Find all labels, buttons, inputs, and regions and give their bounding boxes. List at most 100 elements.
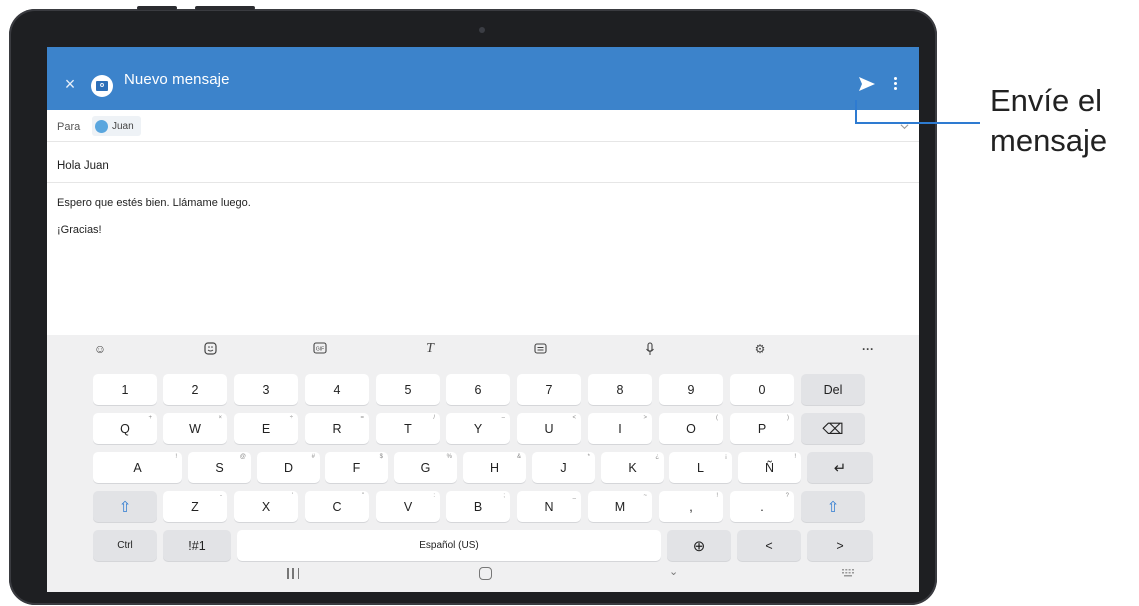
home-icon[interactable] [479,567,492,580]
key-x[interactable]: X ' [234,491,298,522]
key-i[interactable]: I > [588,413,652,444]
subject-field[interactable]: Hola Juan [57,160,109,172]
key-label: 8 [616,382,624,397]
key-hint: ¿ [655,454,659,460]
key-hint: / [433,415,435,421]
key-3[interactable]: 3 [234,374,298,405]
shift-key[interactable]: ⇧ [93,491,157,522]
shift-icon: ⇧ [118,498,132,516]
key-del[interactable]: Del [801,374,865,405]
close-icon[interactable]: × [62,75,78,93]
key-s[interactable]: S @ [188,452,251,483]
sticker-icon[interactable] [203,342,217,356]
key-z[interactable]: Z- [163,491,227,522]
microphone-icon[interactable] [643,342,657,356]
globe-key[interactable]: ⊕ [667,530,731,561]
back-icon[interactable]: ⌄ [669,565,678,578]
key-4[interactable]: 4 [305,374,369,405]
key-label: H [489,460,500,475]
key-2[interactable]: 2 [163,374,227,405]
key-.[interactable]: .? [730,491,794,522]
key-hint: > [643,415,647,421]
key-hint: ! [794,454,796,460]
key-a[interactable]: A! [93,452,182,483]
key-q[interactable]: Q + [93,413,157,444]
key-f[interactable]: F $ [325,452,388,483]
key-hint: $ [379,454,383,460]
callout-line [855,122,980,124]
space-bar[interactable]: Español (US) [237,530,661,561]
key-label: 3 [262,382,270,397]
key-label: V [403,499,413,514]
key-r[interactable]: R = [305,413,369,444]
send-icon[interactable] [858,76,876,92]
key--1[interactable]: !#1 [163,530,231,561]
svg-text:GIF: GIF [316,347,324,353]
key-,[interactable]: ,! [659,491,723,522]
key-hint: < [572,415,576,421]
clipboard-icon[interactable] [533,342,547,356]
key-5[interactable]: 5 [376,374,440,405]
key-j[interactable]: J * [532,452,595,483]
recent-apps-icon[interactable] [287,568,299,580]
key-label: 2 [191,382,199,397]
backspace-key[interactable]: ⌫ [801,413,865,444]
key-h[interactable]: H & [463,452,526,483]
recipient-row[interactable]: Para Juan [47,110,919,142]
gif-icon[interactable]: GIF [313,342,327,356]
key-6[interactable]: 6 [446,374,510,405]
key-u[interactable]: U < [517,413,581,444]
key-1[interactable]: 1 [93,374,157,405]
key->[interactable]: > [807,530,873,561]
message-body-line[interactable]: ¡Gracias! [57,224,102,236]
key-label: S [215,460,224,475]
compose-app-bar: × o Nuevo mensaje [47,47,919,110]
key-ñ[interactable]: Ñ! [738,452,801,483]
shift-key[interactable]: ⇧ [801,491,865,522]
key-p[interactable]: P) [730,413,794,444]
key-v[interactable]: V: [376,491,440,522]
key-label: B [473,499,483,514]
key-d[interactable]: D # [257,452,320,483]
message-body-line[interactable]: Espero que estés bien. Llámame luego. [57,197,251,209]
navigation-bar: ⌄ [47,559,919,592]
key-e[interactable]: E ÷ [234,413,298,444]
callout-label-line: Envíe el [990,83,1103,118]
key-label: C [332,499,342,514]
keyboard-icon[interactable] [842,569,854,577]
recipient-chip[interactable]: Juan [92,116,141,136]
handwriting-icon[interactable]: T [423,342,437,356]
key-c[interactable]: C " [305,491,369,522]
key-hint: ~ [643,493,647,499]
key-b[interactable]: B; [446,491,510,522]
key-<[interactable]: < [737,530,801,561]
key-t[interactable]: T / [376,413,440,444]
more-icon[interactable]: ··· [861,342,875,356]
key-w[interactable]: W × [163,413,227,444]
key-k[interactable]: K ¿ [601,452,664,483]
key-9[interactable]: 9 [659,374,723,405]
key-ctrl[interactable]: Ctrl [93,530,157,561]
key-g[interactable]: G% [394,452,457,483]
key-m[interactable]: M ~ [588,491,652,522]
callout-label: Envíe el mensaje [990,81,1107,161]
key-label: X [261,499,271,514]
key-hint: × [218,415,222,421]
key-hint: # [311,454,315,460]
key-label: < [765,538,773,553]
settings-icon[interactable]: ⚙ [753,342,767,356]
more-options-icon[interactable] [894,77,898,91]
key-8[interactable]: 8 [588,374,652,405]
enter-key[interactable]: ↵ [807,452,873,483]
key-y[interactable]: Y – [446,413,510,444]
key-label: W [189,421,201,436]
key-o[interactable]: O( [659,413,723,444]
key-label: T [404,421,412,436]
key-hint: + [148,415,152,421]
key-l[interactable]: L ¡ [669,452,732,483]
key-7[interactable]: 7 [517,374,581,405]
key-0[interactable]: 0 [730,374,794,405]
key-n[interactable]: N _ [517,491,581,522]
emoji-icon[interactable]: ☺ [93,342,107,356]
key-label: . [760,499,764,514]
